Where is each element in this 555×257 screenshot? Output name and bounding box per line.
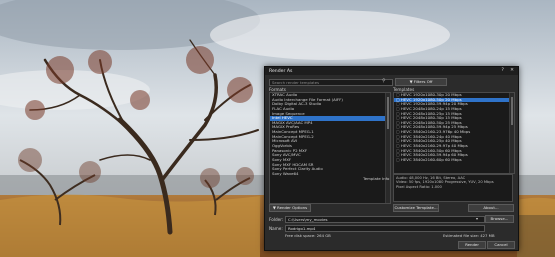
folder-field[interactable]: C:\Users\my_movies <box>285 216 485 223</box>
about-button[interactable]: About... <box>468 204 514 212</box>
browse-button[interactable]: Browse... <box>485 215 514 223</box>
templates-list[interactable]: ▢ HEVC 1920x1080-30p 20 Mbps ▢ HEVC 1920x… <box>393 92 515 174</box>
template-info-line: Pixel Aspect Ratio: 1.000 <box>396 184 442 189</box>
help-icon[interactable]: ? <box>502 68 504 73</box>
template-item[interactable]: ▢ HEVC 3840x2160-60p 60 Mbps <box>394 156 514 163</box>
formats-scrollbar[interactable] <box>385 93 390 203</box>
formats-list[interactable]: XTRAC Audio Audio Interchange File Format… <box>269 92 391 204</box>
free-disk-space: Free disk space: 264 GB <box>285 233 331 238</box>
customize-template-button[interactable]: Customize Template... <box>393 204 439 212</box>
close-icon[interactable]: ✕ <box>510 68 514 73</box>
format-item-label: Sony Wave64 <box>272 170 299 176</box>
cancel-button[interactable]: Cancel <box>487 241 515 249</box>
search-input[interactable]: Search render templates <box>269 79 393 86</box>
dialog-title: Render As <box>269 68 293 74</box>
dialog-title-bar: Render As ? ✕ <box>265 67 518 75</box>
template-info-panel: Audio: 48,000 Hz, 16 Bit, Stereo, AAC Vi… <box>393 174 513 202</box>
templates-scrollbar[interactable] <box>509 93 514 173</box>
render-options-button[interactable]: ▼ Render Options <box>269 204 311 212</box>
estimated-file-size: Estimated file size: 427 MB <box>443 233 495 238</box>
folder-dropdown-icon[interactable]: ▾ <box>476 216 478 221</box>
filters-button[interactable]: ▼ Filters Off <box>395 78 447 86</box>
search-icon[interactable]: ⚲ <box>382 78 386 84</box>
name-field[interactable]: Rodrigo1.mp4 <box>285 225 485 232</box>
render-button[interactable]: Render <box>458 241 486 249</box>
folder-label: Folder: <box>269 217 284 222</box>
name-label: Name: <box>269 226 283 231</box>
template-info-label: Template Info <box>363 176 390 181</box>
render-as-dialog: Render As ? ✕ Search render templates ⚲ … <box>264 66 519 251</box>
template-item-label: HEVC 3840x2160-60p 60 Mbps <box>400 156 462 162</box>
